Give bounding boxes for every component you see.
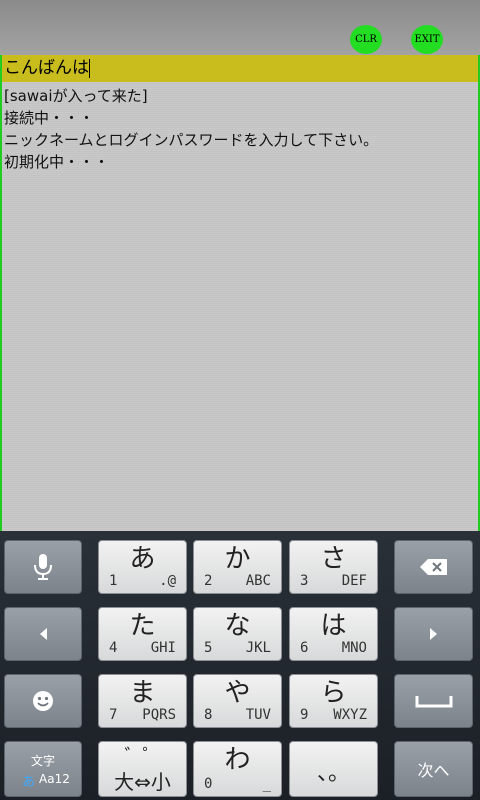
key-number: 7 xyxy=(109,707,118,723)
log-line: [sawaiが入って来た] xyxy=(4,87,148,105)
key-ra[interactable]: ら 9 WXYZ xyxy=(289,674,378,728)
key-alpha: WXYZ xyxy=(333,707,367,723)
input-mode-hiragana: あ xyxy=(22,775,36,790)
key-number: 0 xyxy=(204,776,213,792)
key-number: 1 xyxy=(109,573,118,589)
emoji-key[interactable] xyxy=(4,674,82,728)
voice-input-key[interactable] xyxy=(4,540,82,594)
space-key[interactable] xyxy=(394,674,473,728)
key-kana: わ xyxy=(224,745,251,775)
backspace-key[interactable] xyxy=(394,540,473,594)
message-input[interactable]: こんばんは xyxy=(0,55,480,82)
punctuation-key[interactable]: 、。 xyxy=(289,741,378,797)
key-ka[interactable]: か 2 ABC xyxy=(193,540,282,594)
next-key[interactable]: 次へ xyxy=(394,741,473,797)
key-number: 4 xyxy=(109,640,118,656)
key-kana: や xyxy=(224,678,251,708)
input-mode-alnum: Aa12 xyxy=(39,772,70,786)
input-mode-label: 文字 xyxy=(30,754,55,768)
space-icon xyxy=(395,675,472,727)
key-ha[interactable]: は 6 MNO xyxy=(289,607,378,661)
key-alpha: _ xyxy=(262,776,271,792)
text-cursor xyxy=(89,58,90,78)
key-kana: な xyxy=(224,611,251,641)
key-number: 5 xyxy=(204,640,213,656)
key-na[interactable]: な 5 JKL xyxy=(193,607,282,661)
key-alpha: JKL xyxy=(245,640,271,656)
key-ya[interactable]: や 8 TUV xyxy=(193,674,282,728)
dakuten-key[interactable]: ゛゜ 大⇔小 xyxy=(98,741,187,797)
key-sa[interactable]: さ 3 DEF xyxy=(289,540,378,594)
arrow-left-icon xyxy=(5,608,81,660)
cursor-left-key[interactable] xyxy=(4,607,82,661)
arrow-right-icon xyxy=(395,608,472,660)
key-ma[interactable]: ま 7 PQRS xyxy=(98,674,187,728)
key-number: 9 xyxy=(300,707,309,723)
microphone-icon xyxy=(5,541,81,593)
dakuten-label: ゛゜ xyxy=(124,746,161,767)
key-kana: か xyxy=(224,544,251,574)
key-alpha: ABC xyxy=(245,573,271,589)
backspace-icon xyxy=(395,541,472,593)
key-alpha: TUV xyxy=(245,707,271,723)
key-kana: さ xyxy=(320,544,347,574)
key-number: 8 xyxy=(204,707,213,723)
clear-button[interactable]: CLR xyxy=(350,25,382,54)
top-bar: CLR EXIT xyxy=(0,0,480,55)
chat-app: CLR EXIT こんばんは [sawaiが入って来た] 接続中・・・ ニックネ… xyxy=(0,0,480,531)
cursor-right-key[interactable] xyxy=(394,607,473,661)
key-kana: た xyxy=(129,611,156,641)
input-mode-key[interactable]: 文字 あ Aa12 xyxy=(4,741,82,797)
key-a[interactable]: あ 1 .@ xyxy=(98,540,187,594)
key-alpha: MNO xyxy=(341,640,367,656)
key-alpha: PQRS xyxy=(142,707,176,723)
key-number: 3 xyxy=(300,573,309,589)
size-toggle-label: 大⇔小 xyxy=(114,770,171,794)
key-alpha: GHI xyxy=(150,640,176,656)
key-kana: あ xyxy=(129,544,156,574)
log-line: 初期化中・・・ xyxy=(4,153,110,171)
key-alpha: .@ xyxy=(159,573,176,589)
key-ta[interactable]: た 4 GHI xyxy=(98,607,187,661)
chat-log: [sawaiが入って来た] 接続中・・・ ニックネームとログインパスワードを入力… xyxy=(0,82,480,531)
key-kana: ら xyxy=(320,678,347,708)
smiley-icon xyxy=(5,675,81,727)
next-label: 次へ xyxy=(417,761,450,780)
soft-keyboard: あ 1 .@ か 2 ABC さ 3 DEF た 4 GHI な 5 JKL は… xyxy=(0,531,480,800)
exit-button[interactable]: EXIT xyxy=(411,25,443,54)
punctuation-label: 、。 xyxy=(316,761,350,786)
key-kana: は xyxy=(320,611,347,641)
log-line: 接続中・・・ xyxy=(4,109,95,127)
key-kana: ま xyxy=(129,678,156,708)
key-alpha: DEF xyxy=(341,573,367,589)
key-number: 6 xyxy=(300,640,309,656)
log-line: ニックネームとログインパスワードを入力して下さい。 xyxy=(4,131,379,149)
key-wa[interactable]: わ 0 _ xyxy=(193,741,282,797)
message-input-text: こんばんは xyxy=(4,58,89,78)
key-number: 2 xyxy=(204,573,213,589)
